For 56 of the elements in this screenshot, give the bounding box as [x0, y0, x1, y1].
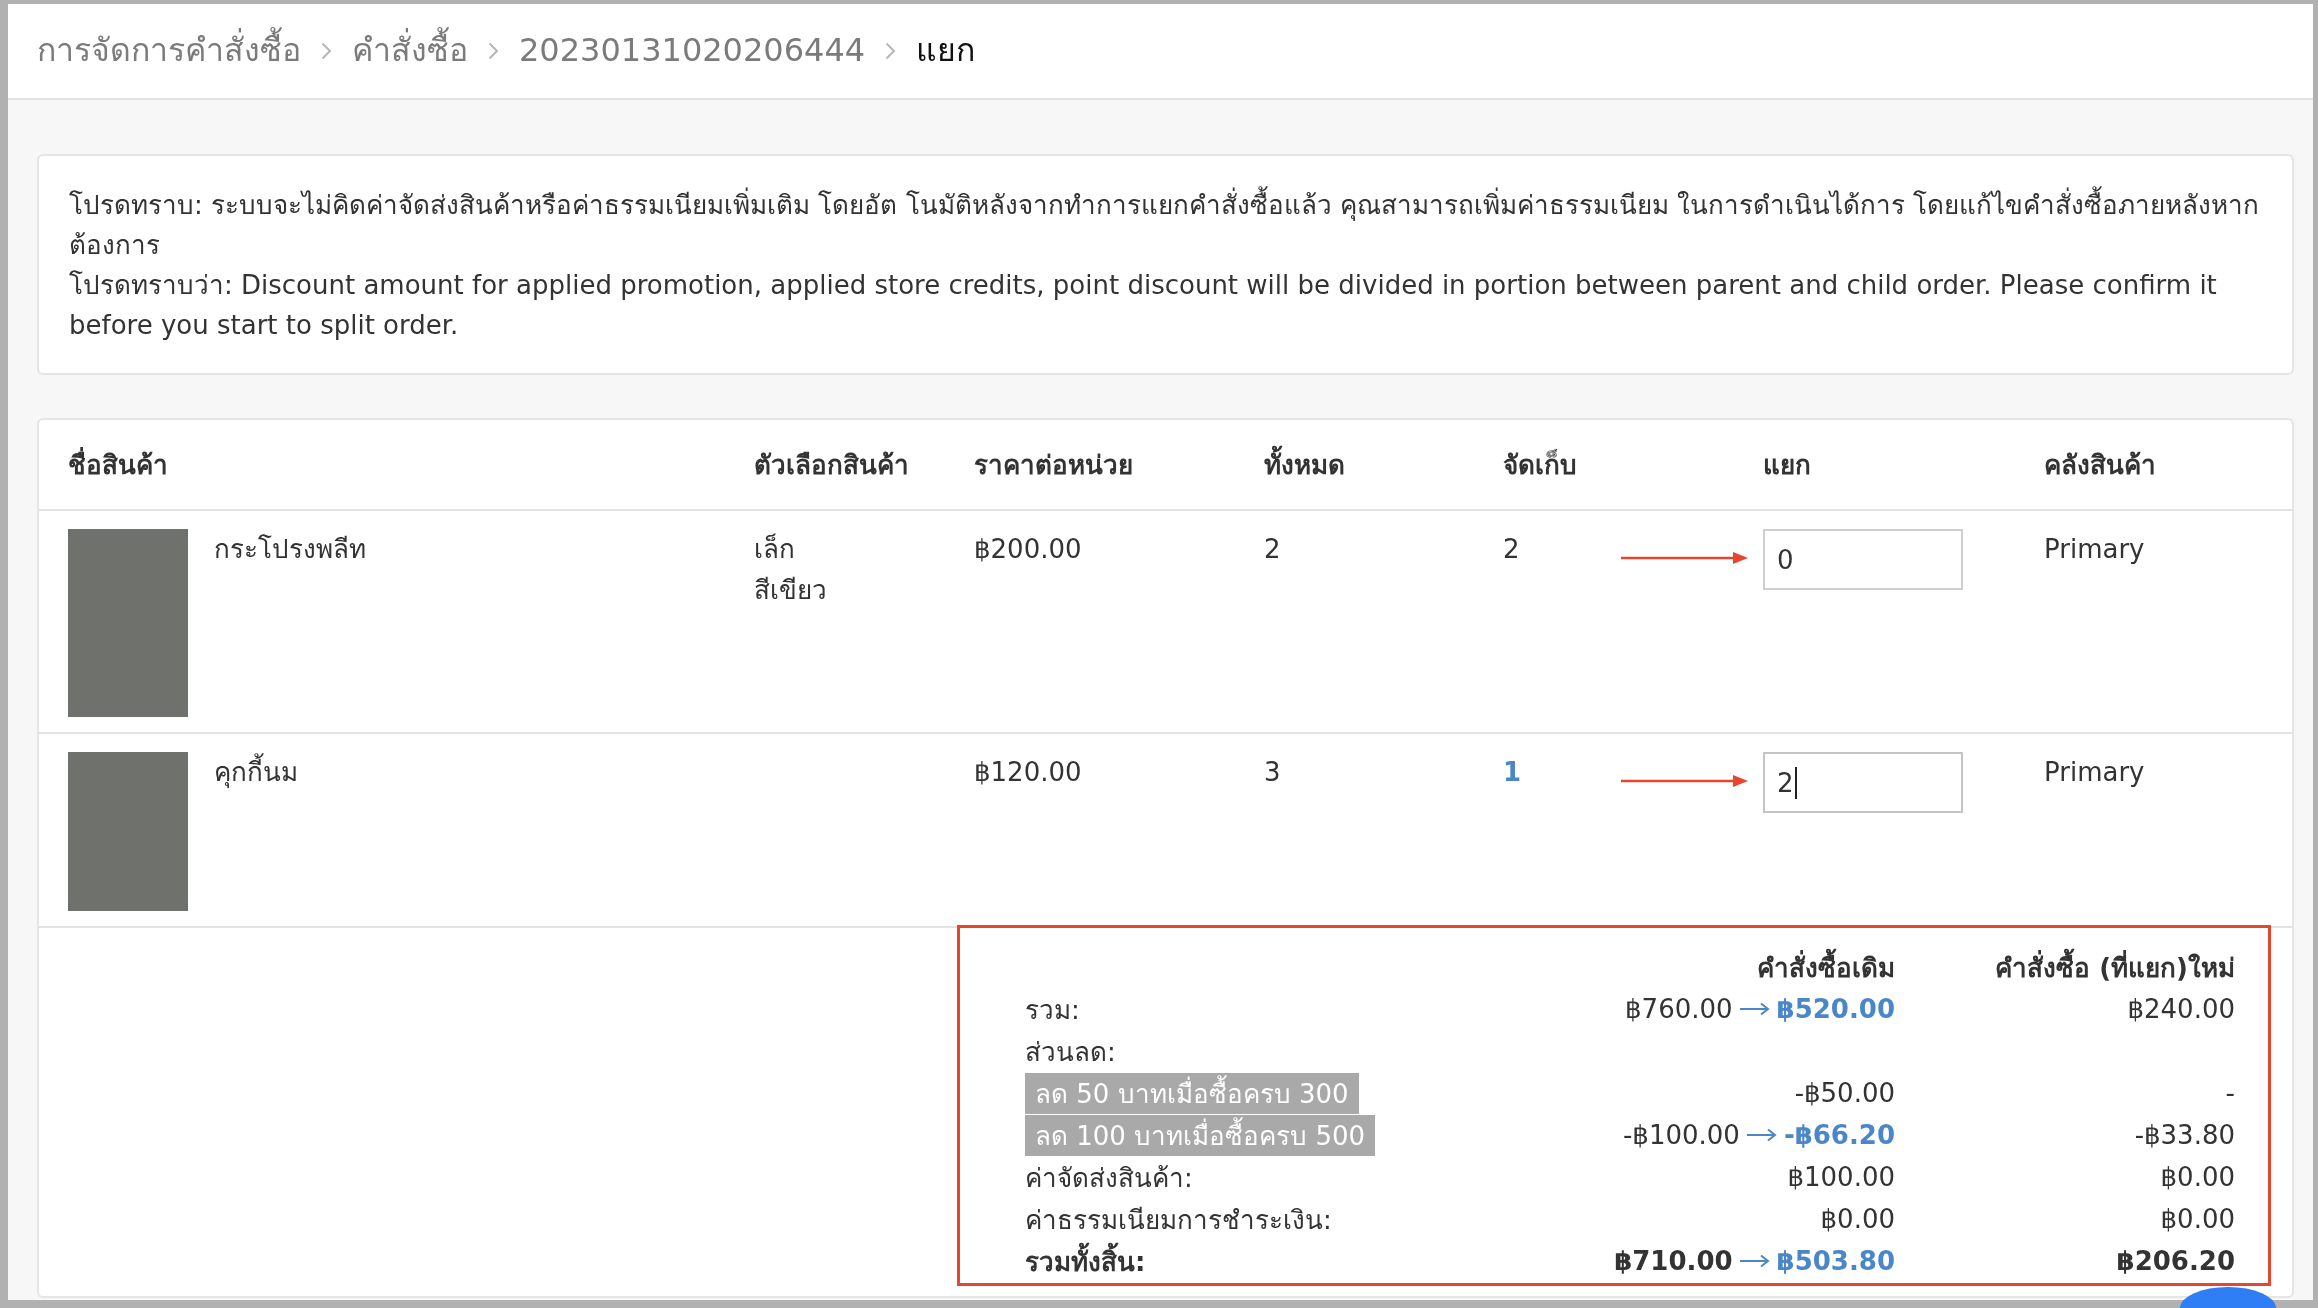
stored-quantity-link[interactable]: 1 [1503, 752, 1522, 793]
summary-total-label: รวมทั้งสิ้น: [1025, 1240, 1146, 1282]
original-amount: ฿0.00 [1820, 1204, 1895, 1234]
column-header: ตัวเลือกสินค้า [754, 449, 910, 482]
original-amount: -฿50.00 [1794, 1078, 1895, 1108]
split-quantity-field[interactable]: 0 [1763, 529, 1963, 590]
chevron-right-icon [488, 42, 499, 60]
column-header: ชื่อสินค้า [68, 444, 754, 485]
summary-label: ค่าจัดส่งสินค้า: [1025, 1161, 1193, 1195]
new-order-amount: ฿206.20 [2116, 1246, 2235, 1276]
summary-label: ค่าธรรมเนียมการชำระเงิน: [1025, 1203, 1332, 1237]
warehouse-name: Primary [2044, 756, 2146, 789]
chevron-right-icon [885, 42, 897, 60]
column-header: คลังสินค้า [2044, 449, 2157, 482]
discount-label: ลด 100 บาทเมื่อซื้อครบ 500 [1025, 1114, 1376, 1156]
notice-text: โปรดทราบว่า: Discount amount for applied promotion, applied store credits, point discount will be divided in portion between parent and child order. Please confirm it before you start to split order. [69, 269, 2218, 342]
arrow-right-icon [1739, 1254, 1770, 1268]
total-quantity: 3 [1264, 756, 1282, 789]
warehouse-name: Primary [2044, 533, 2146, 566]
original-amount: ฿100.00 [1787, 1162, 1895, 1192]
notice-text: โปรดทราบ: ระบบจะไม่คิดค่าจัดส่งสินค้าหรือค่าธรรมเนียมเพิ่มเติม โดยอัต โนมัติหลังจากทำการแยกคำสั่งซื้อแล้ว คุณสามารถเพิ่มค่าธรรมเนียม ในการดำเนินได้การ โดยแก้ไขคำสั่งซื้อภายหลังหากต้องการ [69, 185, 2262, 265]
breadcrumb-link[interactable]: 20230131020206444 [519, 30, 866, 72]
summary-section-label: ส่วนลด: [1025, 1035, 1116, 1069]
new-order-amount: -฿33.80 [2134, 1120, 2235, 1150]
unit-price: ฿200.00 [974, 533, 1083, 566]
new-order-amount: ฿0.00 [2160, 1162, 2235, 1192]
new-order-amount: - [2225, 1078, 2235, 1108]
product-option: สีเขียว [754, 570, 974, 611]
discount-label: ลด 50 บาทเมื่อซื้อครบ 300 [1025, 1072, 1359, 1114]
stored-quantity: 2 [1503, 533, 1520, 566]
product-option: เล็ก [754, 529, 974, 570]
new-order-amount: ฿240.00 [2127, 994, 2235, 1024]
column-header: ราคาต่อหน่วย [974, 449, 1134, 482]
summary-column-header: คำสั่งซื้อ (ที่แยก)ใหม่ [1995, 946, 2235, 988]
adjusted-amount: ฿520.00 [1776, 994, 1895, 1024]
arrow-right-icon [1746, 1128, 1777, 1142]
text-cursor-icon [1794, 766, 1797, 799]
product-name: กระโปรงพลีท [214, 533, 366, 566]
new-order-amount: ฿0.00 [2160, 1204, 2235, 1234]
original-amount: -฿100.00 [1622, 1120, 1740, 1150]
unit-price: ฿120.00 [974, 756, 1083, 789]
adjusted-amount: ฿503.80 [1776, 1246, 1895, 1276]
product-name: คุกกี้นม [214, 752, 298, 793]
column-header: ทั้งหมด [1264, 444, 1503, 485]
summary-column-header: คำสั่งซื้อเดิม [1757, 946, 1895, 988]
chevron-right-icon [321, 42, 332, 60]
adjusted-amount: -฿66.20 [1783, 1120, 1895, 1150]
total-quantity: 2 [1264, 533, 1282, 566]
column-header: แยก [1763, 449, 1812, 482]
original-amount: ฿710.00 [1614, 1246, 1733, 1276]
column-header: จัดเก็บ [1503, 448, 1578, 482]
arrow-right-icon [1739, 1002, 1770, 1016]
summary-label: รวม: [1025, 993, 1080, 1027]
split-quantity-field[interactable]: 2 [1763, 752, 1963, 813]
original-amount: ฿760.00 [1625, 994, 1733, 1024]
breadcrumb-current: แยก [916, 30, 976, 72]
